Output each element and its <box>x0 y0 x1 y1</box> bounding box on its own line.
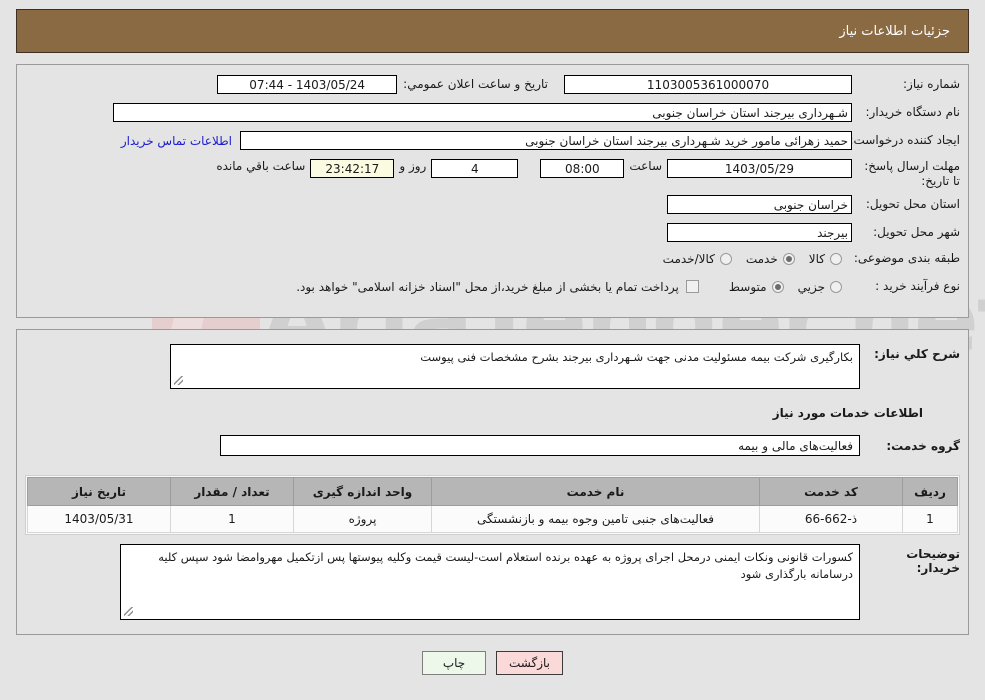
label-deadline: مهلت ارسال پاسخ: تا تاریخ: <box>864 159 960 188</box>
province-field: خراسان جنوبی <box>667 195 852 214</box>
treasury-checkbox[interactable] <box>685 280 699 293</box>
need-summary-panel: شماره نیاز: 1103005361000070 تاریخ و ساع… <box>16 64 969 318</box>
city-field: بیرجند <box>667 223 852 242</box>
th-row-number: ردیف <box>902 477 958 506</box>
buyer-org-field: شـهرداری بیرجند استان خراسان جنوبی <box>113 103 852 122</box>
label-announce-datetime: تاریخ و ساعت اعلان عمومي: <box>403 77 548 91</box>
radio-label-khedmat: خدمت <box>745 251 778 266</box>
radio-label-kala: کالا <box>808 251 825 266</box>
page-title-bar: جزئیات اطلاعات نیاز <box>16 9 969 53</box>
th-quantity: تعداد / مقدار <box>170 477 294 506</box>
days-left-field: 4 <box>431 159 519 178</box>
th-need-date: تاریخ نیاز <box>27 477 171 506</box>
radio-circle-motevaset[interactable] <box>771 280 784 293</box>
radio-classification-kala-khedmat[interactable]: کالا/خدمت <box>649 252 732 266</box>
radio-process-motevaset[interactable]: متوسط <box>715 280 784 294</box>
print-button[interactable]: چاپ <box>422 651 486 675</box>
label-process-type: نوع فرآیند خرید : <box>875 279 960 293</box>
table-row: 1 ذ-662-66 فعالیت‌های جنبی تامین وجوه بی… <box>27 505 958 533</box>
label-requester: ایجاد کننده درخواست: <box>849 133 960 147</box>
treasury-checkbox-label: پرداخت تمام یا بخشی از مبلغ خرید،از محل … <box>296 279 679 294</box>
need-number-field: 1103005361000070 <box>564 75 852 94</box>
services-table-wrap: ردیف کد خدمت نام خدمت واحد اندازه گیری ت… <box>25 475 960 535</box>
back-button[interactable]: بازگشت <box>496 651 563 675</box>
table-header-row: ردیف کد خدمت نام خدمت واحد اندازه گیری ت… <box>27 477 958 506</box>
radio-circle-kala[interactable] <box>830 252 842 265</box>
label-buyer-org: نام دستگاه خریدار: <box>865 105 961 119</box>
td-row-number: 1 <box>902 505 958 533</box>
need-description-textarea[interactable]: بکارگیری شرکت بیمه مسئولیت مدنی جهت شـهر… <box>170 344 860 389</box>
radio-circle-jozii[interactable] <box>830 280 842 293</box>
th-unit: واحد اندازه گیری <box>293 477 432 506</box>
label-need-number: شماره نیاز: <box>903 77 960 91</box>
announce-datetime-field: 1403/05/24 - 07:44 <box>217 75 398 94</box>
radio-label-motevaset: متوسط <box>728 279 767 294</box>
label-buyer-notes: توضیحات خریدار: <box>906 547 960 575</box>
action-button-bar: بازگشت چاپ <box>0 651 985 675</box>
radio-label-kala-khedmat: کالا/خدمت <box>662 251 715 266</box>
need-details-panel: شرح کلي نیاز: بکارگیری شرکت بیمه مسئولیت… <box>16 329 969 635</box>
treasury-checkbox-group[interactable]: پرداخت تمام یا بخشی از مبلغ خرید،از محل … <box>296 280 699 294</box>
need-description-row: شرح کلي نیاز: بکارگیری شرکت بیمه مسئولیت… <box>25 344 960 389</box>
label-need-description: شرح کلي نیاز: <box>874 347 960 361</box>
label-service-group: گروه خدمت: <box>886 438 960 453</box>
td-service-code: ذ-662-66 <box>759 505 903 533</box>
buyer-notes-textarea[interactable]: کسورات قانونی ونکات ایمنی درمحل اجرای پر… <box>120 544 860 620</box>
time-left-field: 23:42:17 <box>310 159 395 178</box>
radio-circle-khedmat[interactable] <box>782 252 795 265</box>
service-group-field: فعالیت‌های مالی و بیمه <box>220 435 860 456</box>
radio-label-jozii: جزیي <box>797 279 825 294</box>
services-section-title: اطلاعات خدمات مورد نیاز <box>772 406 923 420</box>
td-quantity: 1 <box>170 505 294 533</box>
label-province: استان محل تحویل: <box>865 197 960 211</box>
td-need-date: 1403/05/31 <box>27 505 171 533</box>
service-group-row: گروه خدمت: فعالیت‌های مالی و بیمه <box>25 435 960 456</box>
radio-classification-kala[interactable]: کالا <box>795 252 842 266</box>
buyer-notes-row: توضیحات خریدار: کسورات قانونی ونکات ایمن… <box>25 544 960 620</box>
label-classification: طبقه بندی موضوعی: <box>853 251 960 265</box>
deadline-time-field: 08:00 <box>540 159 625 178</box>
label-hours-left: ساعت باقي مانده <box>216 159 306 173</box>
page-title: جزئیات اطلاعات نیاز <box>839 23 950 39</box>
radio-circle-kala-khedmat[interactable] <box>719 252 732 265</box>
td-service-name: فعالیت‌های جنبی تامین وجوه بیمه و بازنشس… <box>431 505 760 533</box>
requester-field: حمید زهرائی مامور خرید شـهرداری بیرجند ا… <box>240 131 852 150</box>
td-unit: پروژه <box>293 505 432 533</box>
radio-process-jozii[interactable]: جزیي <box>784 280 842 294</box>
label-hour: ساعت <box>629 159 662 173</box>
buyer-contact-link[interactable]: اطلاعات تماس خریدار <box>121 134 232 148</box>
th-service-name: نام خدمت <box>431 477 760 506</box>
services-table: ردیف کد خدمت نام خدمت واحد اندازه گیری ت… <box>27 477 958 533</box>
radio-classification-khedmat[interactable]: خدمت <box>732 252 795 266</box>
label-days-and: روز و <box>399 159 427 173</box>
label-city: شهر محل تحویل: <box>873 225 960 239</box>
th-service-code: کد خدمت <box>759 477 903 506</box>
deadline-date-field: 1403/05/29 <box>667 159 852 178</box>
